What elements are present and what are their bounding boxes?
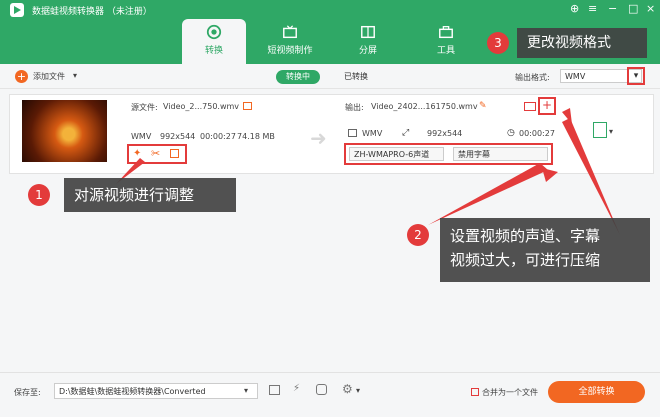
- format-dropdown-chevron-icon[interactable]: ▾: [627, 67, 645, 85]
- tab-label: 分屏: [358, 46, 377, 56]
- output-format-label: 输出格式:: [515, 73, 550, 82]
- add-file-icon[interactable]: +: [15, 70, 28, 83]
- video-thumbnail[interactable]: [22, 100, 107, 162]
- info-icon[interactable]: [243, 102, 252, 110]
- tab-label: 工具: [436, 46, 455, 56]
- clock-icon: ◷: [507, 128, 515, 138]
- save-to-label: 保存至:: [14, 388, 41, 397]
- annotation-callout-2: 设置视频的声道、字幕 视频过大，可进行压缩: [440, 218, 650, 282]
- minimize-icon[interactable]: −: [608, 2, 617, 15]
- save-path-input[interactable]: D:\数据蛙\数据蛙视频转换器\Converted: [54, 383, 258, 399]
- scissors-icon[interactable]: ✂: [151, 147, 160, 160]
- menu-icon[interactable]: ≡: [588, 2, 597, 15]
- arrow-right-icon: ➜: [310, 126, 327, 150]
- merge-label: 合并为一个文件: [482, 388, 538, 397]
- tab-tools[interactable]: 工具: [414, 19, 478, 64]
- maximize-icon[interactable]: □: [628, 2, 638, 15]
- edit-icon[interactable]: [170, 149, 179, 158]
- convert-all-button[interactable]: 全部转换: [548, 381, 645, 403]
- output-format: WMV: [362, 129, 383, 138]
- tab-label: 短视频制作: [267, 46, 313, 56]
- source-resolution: 992x544: [160, 132, 196, 141]
- source-label: 源文件:: [131, 103, 158, 112]
- gpu-icon[interactable]: [316, 384, 327, 395]
- convert-icon: [206, 24, 222, 40]
- compress-icon[interactable]: [524, 102, 536, 111]
- chevron-down-icon[interactable]: ▾: [73, 71, 77, 80]
- tab-short-video[interactable]: 短视频制作: [258, 19, 322, 64]
- output-resolution: 992x544: [427, 129, 463, 138]
- resolution-icon: ⤢: [402, 128, 410, 138]
- tab-label: 转换: [204, 46, 223, 56]
- toolbox-icon: [439, 26, 453, 39]
- tab-split-screen[interactable]: 分屏: [336, 19, 400, 64]
- tab-converted[interactable]: 已转换: [334, 70, 378, 84]
- hardware-accel-icon[interactable]: ⚡: [293, 383, 300, 394]
- source-format: WMV: [131, 132, 152, 141]
- annotation-2-line2: 视频过大，可进行压缩: [450, 251, 601, 269]
- folder-icon[interactable]: [269, 385, 280, 395]
- annotation-callout-1: 对源视频进行调整: [64, 178, 236, 212]
- tv-icon: [283, 25, 297, 39]
- output-duration: 00:00:27: [519, 129, 555, 138]
- gpu-accel-icon[interactable]: [593, 122, 607, 138]
- annotation-badge-2: 2: [407, 224, 429, 246]
- video-format-icon: [348, 129, 357, 137]
- annotation-2-line1: 设置视频的声道、字幕: [450, 227, 601, 245]
- annotation-callout-3: 更改视频格式: [517, 28, 647, 58]
- tab-convert[interactable]: 转换: [182, 19, 246, 64]
- output-settings-plus-icon[interactable]: +: [538, 97, 556, 115]
- chevron-down-icon[interactable]: ▾: [609, 127, 613, 136]
- output-label: 输出:: [345, 103, 364, 112]
- annotation-badge-3: 3: [487, 32, 509, 54]
- tab-converting[interactable]: 转换中: [276, 70, 320, 84]
- merge-checkbox[interactable]: [471, 388, 479, 396]
- split-screen-icon: [361, 25, 375, 39]
- magic-wand-icon[interactable]: ✦: [133, 148, 141, 159]
- app-title: 数据蛙视频转换器 （未注册）: [32, 7, 152, 17]
- settings-dropdown-icon[interactable]: ▾: [356, 386, 360, 395]
- audio-track-select[interactable]: ZH-WMAPRO-6声道: [349, 147, 444, 161]
- subtitle-select[interactable]: 禁用字幕: [453, 147, 548, 161]
- close-icon[interactable]: ×: [646, 2, 655, 15]
- annotation-badge-1: 1: [28, 184, 50, 206]
- source-filename: Video_2...750.wmv: [163, 102, 240, 111]
- path-dropdown-icon[interactable]: ▾: [244, 386, 248, 395]
- output-filename: Video_2402...161750.wmv: [371, 102, 478, 111]
- source-size: 74.18 MB: [237, 132, 275, 141]
- app-logo-icon: [10, 3, 24, 17]
- cart-icon[interactable]: ⊕: [570, 2, 579, 15]
- gear-icon[interactable]: ⚙: [342, 382, 353, 396]
- add-file-button[interactable]: 添加文件: [33, 71, 65, 82]
- rename-pencil-icon[interactable]: ✎: [479, 101, 487, 111]
- source-duration: 00:00:27: [200, 132, 236, 141]
